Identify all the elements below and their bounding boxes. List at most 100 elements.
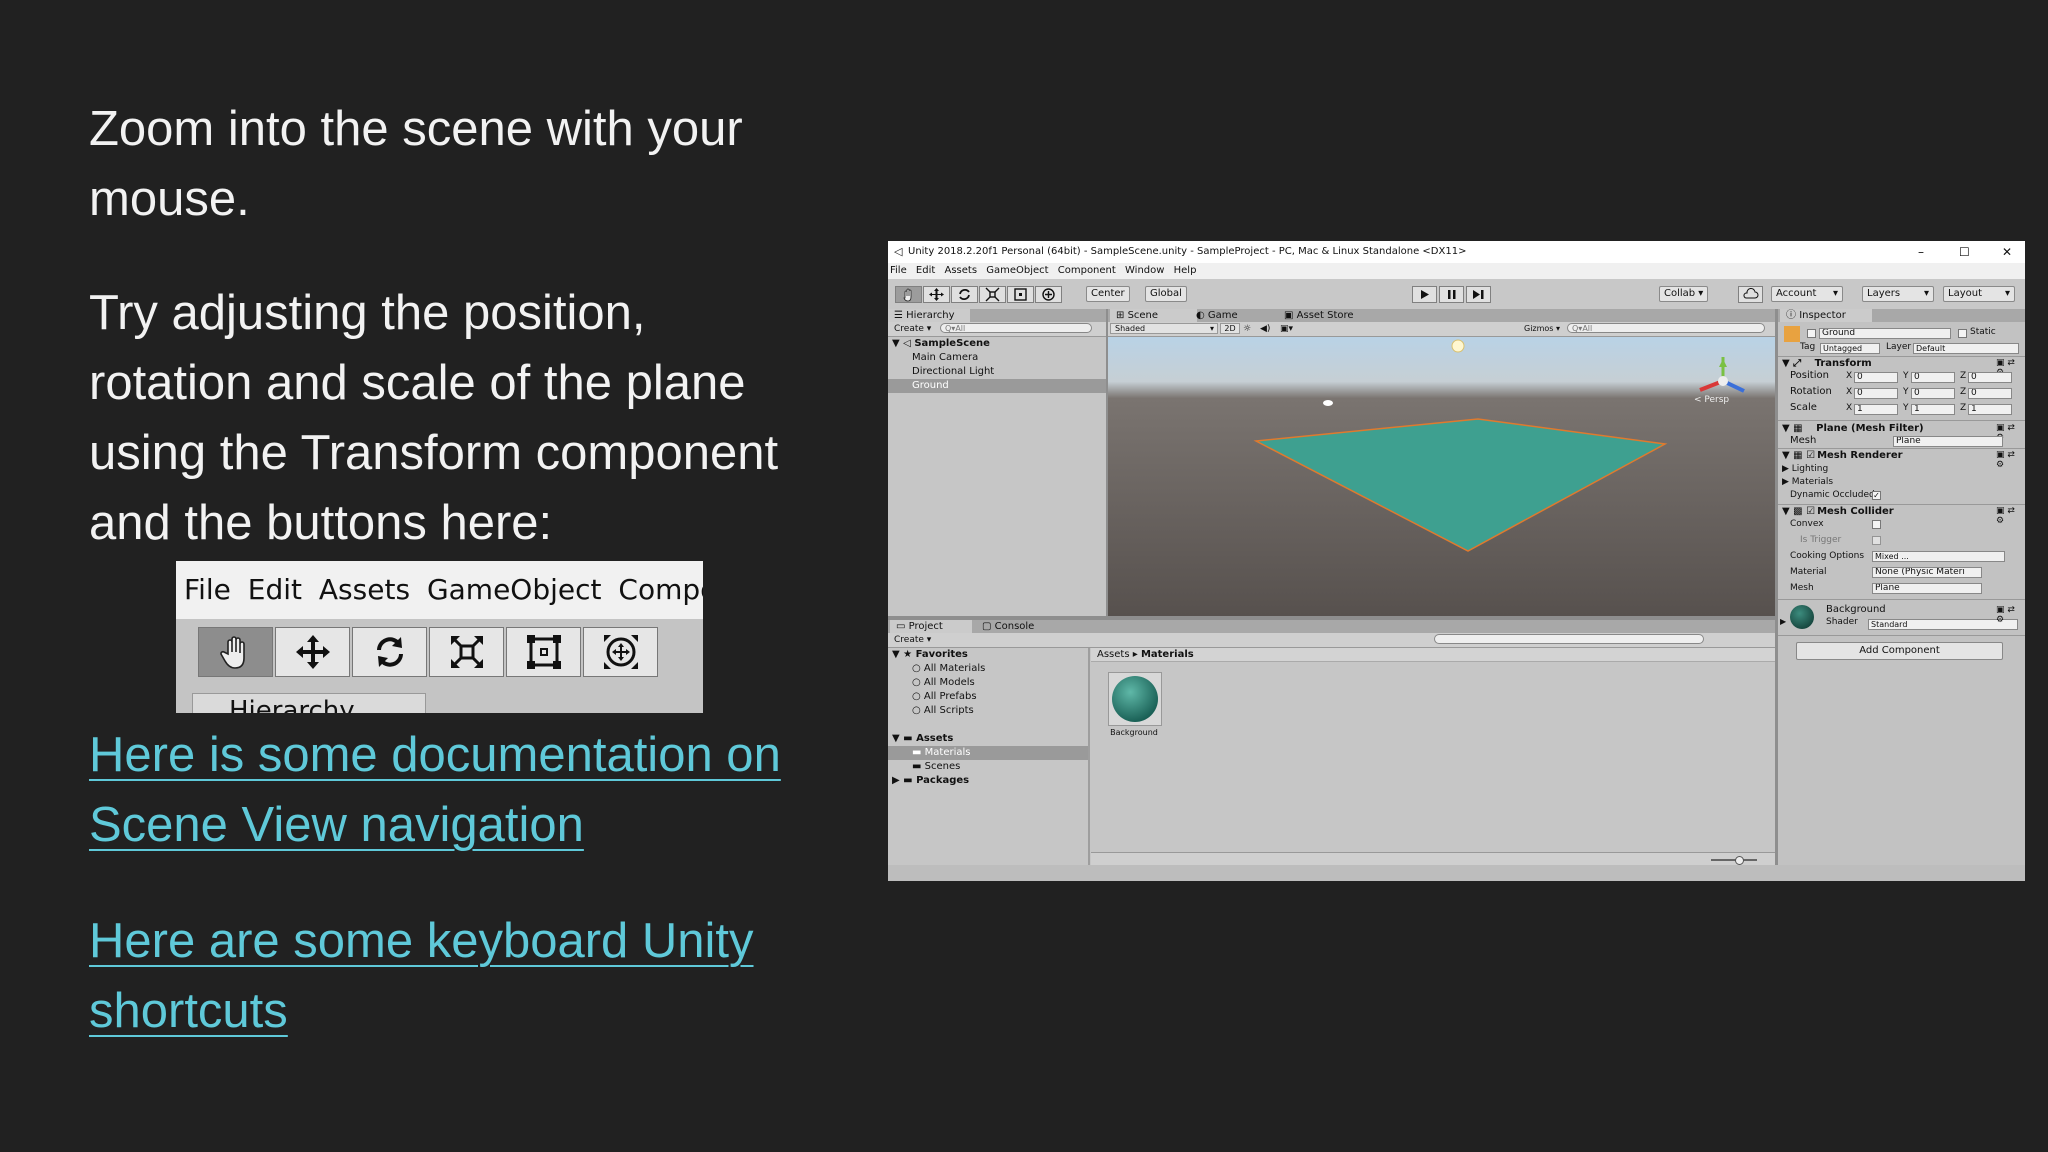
add-component-button[interactable]: Add Component bbox=[1796, 642, 2003, 660]
scale-z-field[interactable]: 1 bbox=[1968, 404, 2012, 415]
collider-mesh-field[interactable]: Plane bbox=[1872, 583, 1982, 594]
tab-hierarchy[interactable]: ☰ Hierarchy bbox=[888, 309, 970, 322]
transform-tool-button[interactable] bbox=[1035, 286, 1062, 303]
breadcrumb-assets[interactable]: Assets bbox=[1097, 649, 1130, 660]
menu-edit[interactable]: Edit bbox=[916, 265, 935, 276]
audio-toggle-icon[interactable]: ◀) bbox=[1260, 322, 1270, 336]
account-dropdown[interactable]: Account ▾ bbox=[1771, 286, 1843, 302]
project-create-button[interactable]: Create ▾ bbox=[894, 635, 931, 645]
rotate-tool-button[interactable] bbox=[951, 286, 978, 303]
convex-checkbox[interactable] bbox=[1872, 520, 1881, 529]
keyboard-shortcuts-link[interactable]: Here are some keyboard Unity shortcuts bbox=[89, 906, 754, 1046]
object-name-field[interactable]: Ground bbox=[1819, 328, 1951, 339]
favorite-item[interactable]: ○ All Prefabs bbox=[888, 690, 1088, 704]
rotation-z-field[interactable]: 0 bbox=[1968, 388, 2012, 399]
mesh-renderer-header[interactable]: ▼ ▦ ☑ Mesh Renderer bbox=[1778, 449, 2025, 463]
inspector-splitter[interactable] bbox=[1775, 309, 1778, 865]
menu-gameobject[interactable]: GameObject bbox=[986, 265, 1048, 276]
thumbnail-size-slider-handle[interactable] bbox=[1735, 856, 1744, 865]
layer-dropdown[interactable]: Default bbox=[1913, 343, 2019, 354]
scene-view-docs-link-line1[interactable]: Here is some documentation on bbox=[89, 720, 781, 790]
position-y-field[interactable]: 0 bbox=[1911, 372, 1955, 383]
favorite-item[interactable]: ○ All Models bbox=[888, 676, 1088, 690]
favorite-item[interactable]: ○ All Scripts bbox=[888, 704, 1088, 718]
hierarchy-scene-row[interactable]: ▼ ◁ SampleScene bbox=[888, 337, 1106, 351]
mesh-collider-enabled-checkbox[interactable]: ☑ bbox=[1806, 506, 1815, 517]
scene-view-docs-link[interactable]: Here is some documentation on Scene View… bbox=[89, 720, 781, 860]
materials-foldout[interactable]: ▶ Materials bbox=[1778, 475, 2025, 489]
hierarchy-item-main-camera[interactable]: Main Camera bbox=[888, 351, 1106, 365]
scene-viewport[interactable]: < Persp bbox=[1108, 337, 1775, 616]
rotation-y-field[interactable]: 0 bbox=[1911, 388, 1955, 399]
lighting-toggle-icon[interactable]: ☼ bbox=[1243, 322, 1251, 336]
component-settings-icons[interactable]: ▣ ⇄ ⚙ bbox=[1996, 605, 2025, 625]
project-splitter[interactable] bbox=[1088, 648, 1090, 865]
favorite-item[interactable]: ○ All Materials bbox=[888, 662, 1088, 676]
packages-folder-row[interactable]: ▶ ▬ Packages bbox=[888, 774, 1088, 788]
rect-tool-button[interactable] bbox=[1007, 286, 1034, 303]
layout-dropdown[interactable]: Layout ▾ bbox=[1943, 286, 2015, 302]
keyboard-shortcuts-link-line2[interactable]: shortcuts bbox=[89, 976, 754, 1046]
play-button[interactable] bbox=[1412, 286, 1437, 303]
pivot-global-toggle[interactable]: Global bbox=[1145, 286, 1187, 302]
rotation-x-field[interactable]: 0 bbox=[1854, 388, 1898, 399]
menu-assets[interactable]: Assets bbox=[944, 265, 977, 276]
tab-inspector[interactable]: ⓘ Inspector bbox=[1780, 309, 1872, 322]
tab-game[interactable]: ◐ Game bbox=[1190, 309, 1244, 322]
position-z-field[interactable]: 0 bbox=[1968, 372, 2012, 383]
favorites-row[interactable]: ▼ ★ Favorites bbox=[888, 648, 1088, 662]
gizmos-dropdown[interactable]: Gizmos ▾ bbox=[1524, 322, 1560, 336]
collider-material-field[interactable]: None (Physic Materi bbox=[1872, 567, 1982, 578]
tab-console[interactable]: ▢ Console bbox=[976, 620, 1040, 633]
menu-window[interactable]: Window bbox=[1125, 265, 1164, 276]
scale-tool-button[interactable] bbox=[979, 286, 1006, 303]
folder-item-scenes[interactable]: ▬ Scenes bbox=[888, 760, 1088, 774]
effects-toggle-icon[interactable]: ▣▾ bbox=[1280, 322, 1293, 336]
hierarchy-create-button[interactable]: Create ▾ bbox=[894, 324, 931, 334]
keyboard-shortcuts-link-line1[interactable]: Here are some keyboard Unity bbox=[89, 906, 754, 976]
breadcrumb-materials[interactable]: Materials bbox=[1141, 649, 1194, 660]
tag-dropdown[interactable]: Untagged bbox=[1820, 343, 1880, 354]
project-search-input[interactable] bbox=[1434, 634, 1704, 644]
assets-folder-row[interactable]: ▼ ▬ Assets bbox=[888, 732, 1088, 746]
tab-scene[interactable]: ⊞ Scene bbox=[1110, 309, 1197, 322]
material-foldout-icon[interactable]: ▶ bbox=[1780, 617, 1786, 626]
mesh-renderer-enabled-checkbox[interactable]: ☑ bbox=[1806, 450, 1815, 461]
thumbnail-size-slider[interactable] bbox=[1711, 859, 1757, 861]
mode-2d-toggle[interactable]: 2D bbox=[1220, 323, 1240, 334]
position-x-field[interactable]: 0 bbox=[1854, 372, 1898, 383]
dynamic-occluded-checkbox[interactable]: ✓ bbox=[1872, 491, 1881, 500]
step-button[interactable] bbox=[1466, 286, 1491, 303]
shading-mode-dropdown[interactable]: Shaded ▾ bbox=[1110, 323, 1218, 334]
is-trigger-checkbox[interactable] bbox=[1872, 536, 1881, 545]
cooking-options-dropdown[interactable]: Mixed ... bbox=[1872, 551, 2005, 562]
maximize-button[interactable]: ☐ bbox=[1959, 241, 1970, 263]
hand-tool-button[interactable] bbox=[895, 286, 922, 303]
pivot-center-toggle[interactable]: Center bbox=[1086, 286, 1130, 302]
mesh-filter-mesh-field[interactable]: Plane bbox=[1893, 436, 2003, 447]
scale-x-field[interactable]: 1 bbox=[1854, 404, 1898, 415]
layers-dropdown[interactable]: Layers ▾ bbox=[1862, 286, 1934, 302]
scene-search-input[interactable]: Q▾All bbox=[1567, 323, 1765, 333]
menu-help[interactable]: Help bbox=[1174, 265, 1197, 276]
collab-dropdown[interactable]: Collab ▾ bbox=[1659, 286, 1709, 302]
folder-item-materials[interactable]: ▬ Materials bbox=[888, 746, 1088, 760]
scale-y-field[interactable]: 1 bbox=[1911, 404, 1955, 415]
lighting-foldout[interactable]: ▶ Lighting bbox=[1778, 462, 2025, 476]
hierarchy-splitter[interactable] bbox=[1106, 309, 1108, 616]
minimize-button[interactable]: – bbox=[1918, 241, 1924, 263]
hierarchy-item-directional-light[interactable]: Directional Light bbox=[888, 365, 1106, 379]
cloud-icon[interactable] bbox=[1738, 286, 1763, 303]
menu-component[interactable]: Component bbox=[1058, 265, 1116, 276]
hierarchy-search-input[interactable]: Q▾All bbox=[940, 323, 1092, 333]
scene-view-docs-link-line2[interactable]: Scene View navigation bbox=[89, 790, 781, 860]
tab-project[interactable]: ▭ Project bbox=[890, 620, 972, 633]
active-checkbox[interactable] bbox=[1807, 329, 1816, 338]
hierarchy-item-ground[interactable]: Ground bbox=[888, 379, 1106, 393]
move-tool-button[interactable] bbox=[923, 286, 950, 303]
menu-file[interactable]: File bbox=[890, 265, 907, 276]
project-top-splitter[interactable] bbox=[888, 616, 1775, 620]
close-button[interactable]: ✕ bbox=[2002, 241, 2012, 263]
static-checkbox[interactable] bbox=[1958, 329, 1967, 338]
projection-label[interactable]: < Persp bbox=[1694, 395, 1729, 405]
